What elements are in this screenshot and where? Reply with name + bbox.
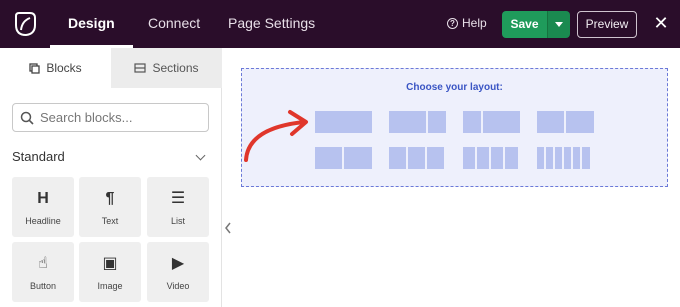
blocks-sidebar: Blocks Sections Standard H Headline ¶ Te… [0, 48, 222, 307]
tab-page-settings[interactable]: Page Settings [228, 0, 315, 48]
seedprod-logo-icon[interactable] [10, 9, 40, 39]
block-text[interactable]: ¶ Text [79, 177, 141, 237]
collapse-sidebar-icon[interactable] [224, 222, 232, 234]
tab-connect[interactable]: Connect [148, 0, 200, 48]
block-label: Button [29, 281, 57, 291]
help-icon: ? [447, 17, 458, 29]
hint-arrow-icon [244, 110, 308, 162]
block-button[interactable]: ☝ Button [12, 242, 74, 302]
sections-icon [134, 63, 147, 73]
tab-sections-label: Sections [152, 61, 199, 75]
tab-sections[interactable]: Sections [111, 48, 222, 88]
headline-icon: H [37, 190, 49, 207]
help-label: Help [462, 16, 487, 30]
save-button[interactable]: Save [502, 11, 547, 38]
block-headline[interactable]: H Headline [12, 177, 74, 237]
section-standard-header[interactable]: Standard [12, 149, 208, 167]
pointer-icon: ☝ [38, 255, 48, 272]
top-bar: Design Connect Page Settings ? Help Save… [0, 0, 680, 48]
block-video[interactable]: ▶ Video [147, 242, 209, 302]
block-list[interactable]: ☰ List [147, 177, 209, 237]
block-label: List [170, 216, 185, 226]
search-icon [20, 111, 34, 125]
blocks-icon [29, 62, 40, 74]
tab-blocks[interactable]: Blocks [0, 48, 111, 88]
section-title: Standard [12, 149, 65, 164]
layout-option-2-columns-equal[interactable] [537, 111, 594, 133]
layout-option-2-columns-wide-narrow[interactable] [389, 111, 446, 133]
search-input[interactable] [40, 110, 200, 125]
layout-option-2-columns-narrow-wide[interactable] [463, 111, 520, 133]
layout-option-3-columns[interactable] [389, 147, 444, 169]
block-label: Headline [25, 216, 61, 226]
list-icon: ☰ [170, 190, 186, 207]
search-field[interactable] [12, 103, 209, 132]
layout-prompt: Choose your layout: [406, 82, 503, 93]
layout-option-1-column[interactable] [315, 111, 372, 133]
help-button[interactable]: ? Help [447, 16, 487, 30]
layout-option-6-columns[interactable] [537, 147, 590, 169]
tab-design[interactable]: Design [50, 0, 133, 48]
preview-button[interactable]: Preview [577, 11, 637, 38]
video-icon: ▶ [171, 255, 185, 272]
close-icon[interactable]: ✕ [653, 13, 669, 33]
paragraph-icon: ¶ [105, 190, 115, 207]
save-options-dropdown[interactable] [547, 11, 570, 38]
block-label: Video [166, 281, 190, 291]
layout-option-2-columns-equal-alt[interactable] [315, 147, 372, 169]
image-icon: ▣ [102, 255, 118, 272]
chevron-down-icon [195, 150, 206, 161]
block-label: Image [97, 281, 123, 291]
block-label: Text [101, 216, 119, 226]
layout-option-4-columns[interactable] [463, 147, 518, 169]
tab-blocks-label: Blocks [46, 61, 82, 75]
block-image[interactable]: ▣ Image [79, 242, 141, 302]
